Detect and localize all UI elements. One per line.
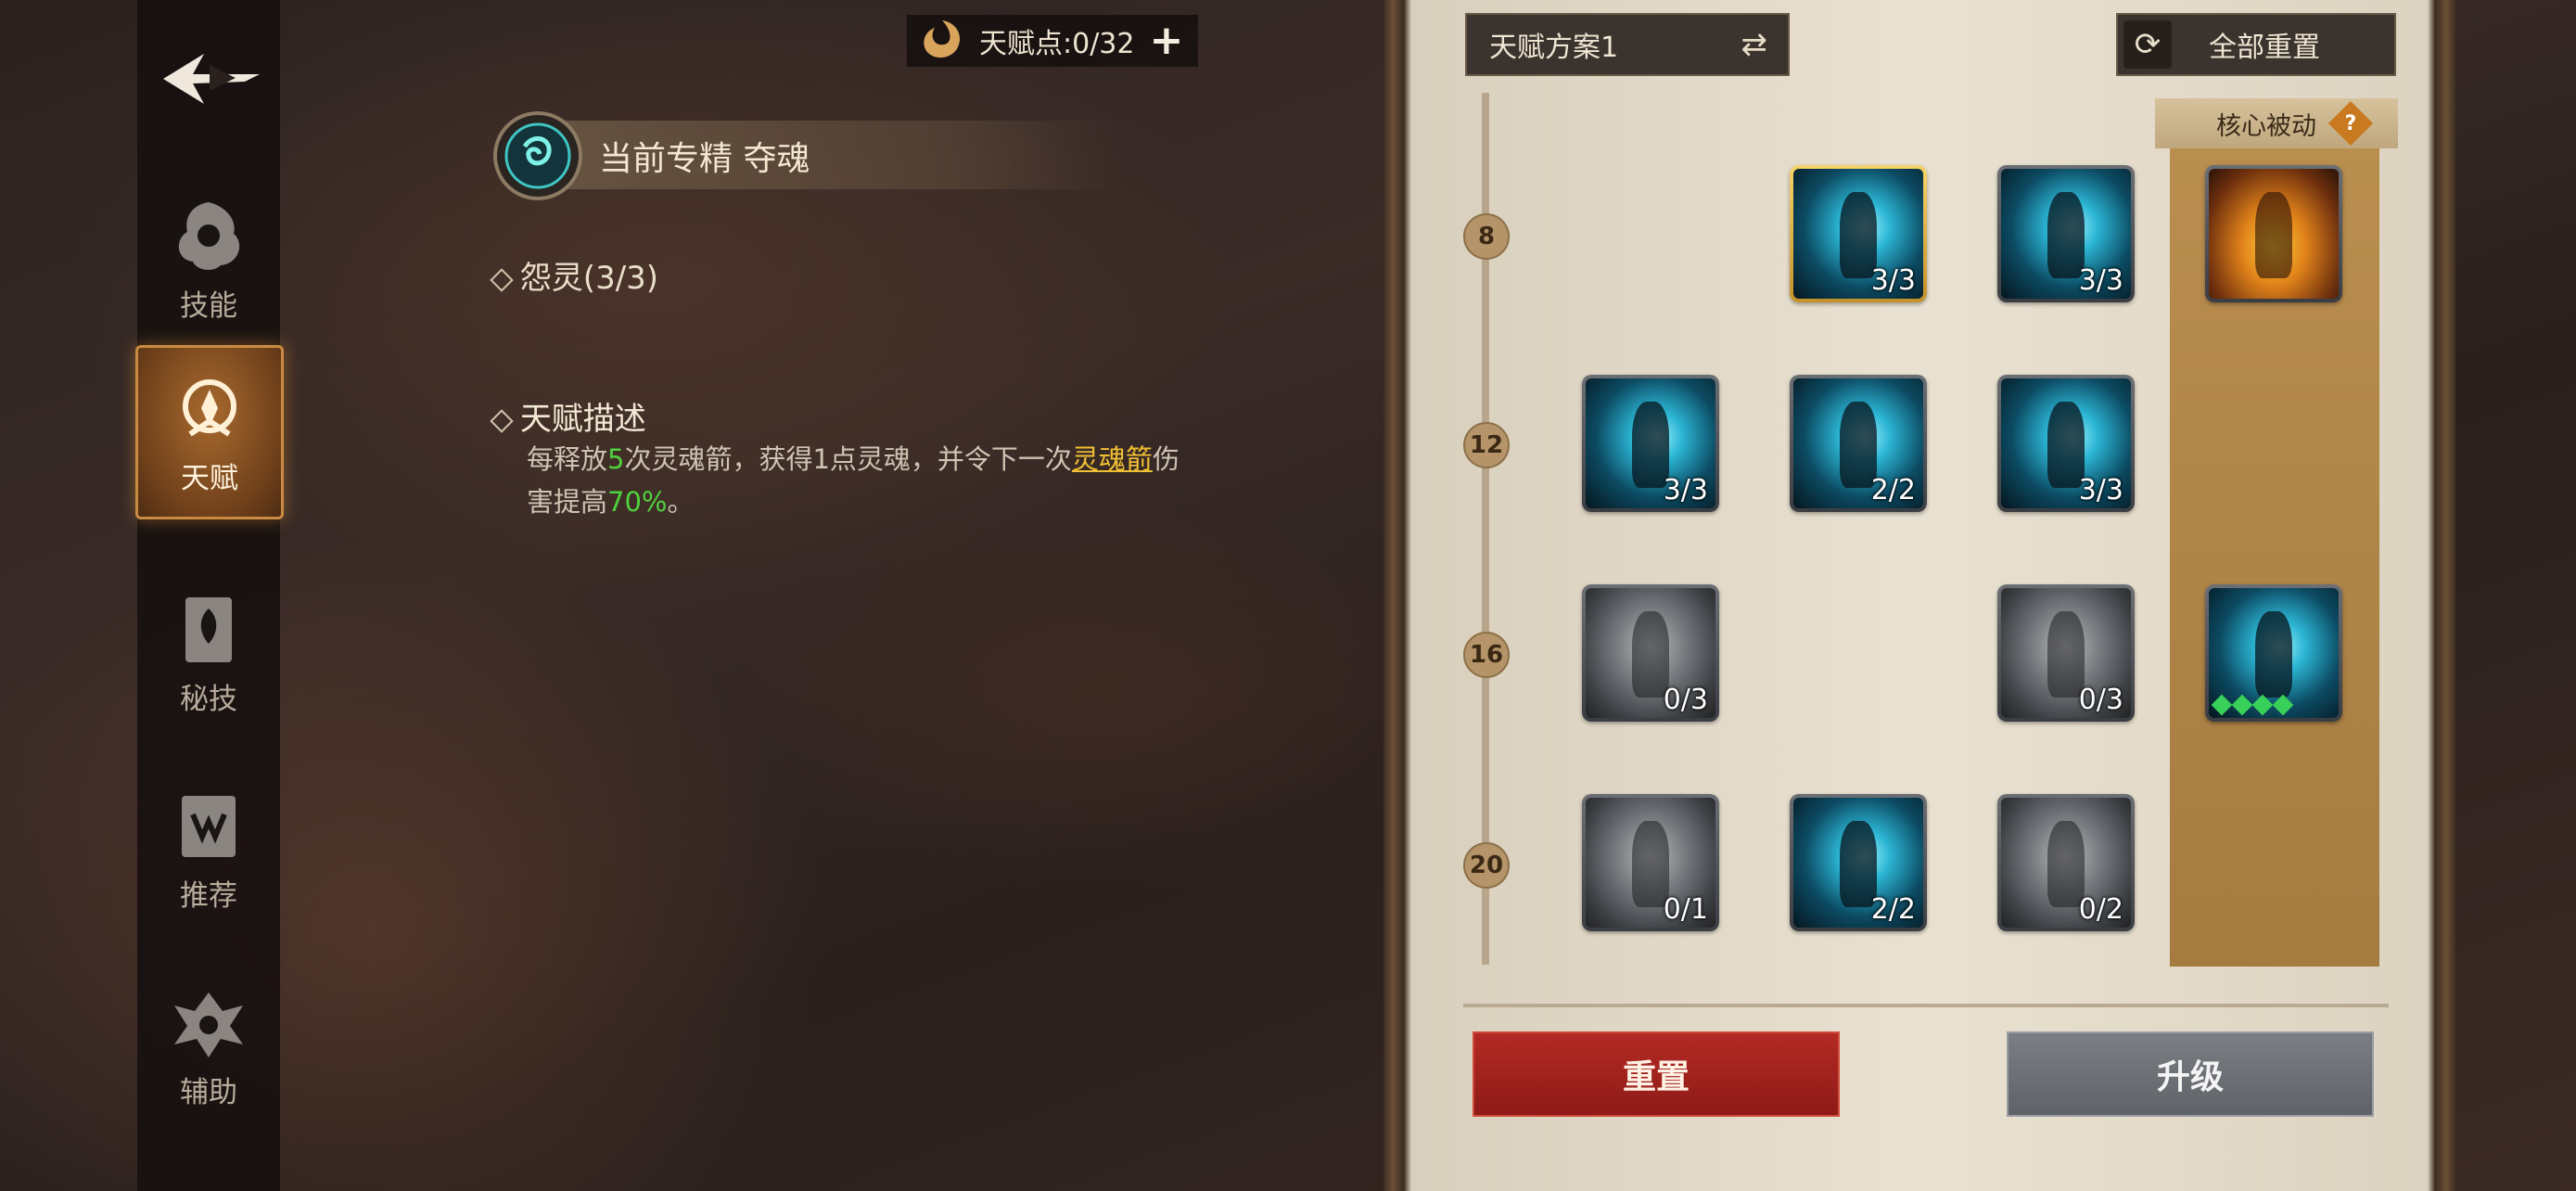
back-button[interactable] xyxy=(156,37,267,121)
node-count: 3/3 xyxy=(2078,474,2123,506)
talent-node[interactable]: 0/1 xyxy=(1582,794,1719,931)
nav-label: 技能 xyxy=(180,288,237,323)
talent-icon xyxy=(183,378,236,436)
desc-number: 70% xyxy=(607,486,668,518)
talent-node-art: 0/3 xyxy=(1586,588,1715,718)
plus-icon[interactable]: + xyxy=(1149,20,1183,61)
core-passive-node[interactable] xyxy=(2205,165,2342,302)
talent-node-art: 3/3 xyxy=(2001,378,2131,508)
gem-indicators xyxy=(2211,694,2294,716)
talent-node-art xyxy=(2209,588,2339,718)
talent-point-icon xyxy=(924,20,961,58)
talent-node-art: 0/1 xyxy=(1586,798,1715,928)
core-passive-label: 核心被动 xyxy=(2216,111,2316,141)
spec-emblem-icon xyxy=(493,111,582,200)
level-marker: 16 xyxy=(1463,632,1510,678)
core-passive-header: 核心被动 ? xyxy=(2155,98,2398,148)
node-count: 0/3 xyxy=(2078,684,2123,716)
node-count: 2/2 xyxy=(1870,893,1916,926)
nav-item-talent[interactable]: 天赋 xyxy=(135,345,284,519)
reset-all-button[interactable]: ⟳ 全部重置 xyxy=(2116,13,2396,76)
panel-divider xyxy=(1463,1004,2389,1007)
node-count: 0/3 xyxy=(1663,684,1708,716)
talent-node[interactable]: 3/3 xyxy=(1582,375,1719,512)
swap-icon: ⇄ xyxy=(1741,26,1768,63)
plan-label: 天赋方案1 xyxy=(1489,32,1619,64)
talent-points-label: 天赋点:0/32 xyxy=(979,28,1135,60)
diamond-bullet-icon xyxy=(490,268,514,292)
gem-icon xyxy=(2231,694,2253,716)
nav-item-secret[interactable]: 秘技 xyxy=(137,570,280,736)
talent-node[interactable]: 3/3 xyxy=(1997,375,2135,512)
talent-node[interactable]: 0/3 xyxy=(1997,584,2135,722)
talent-node-art: 0/2 xyxy=(2001,798,2131,928)
level-marker: 8 xyxy=(1463,213,1510,260)
node-count: 2/2 xyxy=(1870,474,1916,506)
talent-node-art: 3/3 xyxy=(1586,378,1715,508)
talent-points-bar: 天赋点:0/32 + xyxy=(907,15,1198,67)
talent-name: 怨灵(3/3) xyxy=(519,260,659,297)
nav-label: 推荐 xyxy=(180,878,237,913)
gem-icon xyxy=(2272,694,2294,716)
upgrade-button[interactable]: 升级 xyxy=(2007,1031,2374,1117)
plan-selector[interactable]: 天赋方案1 ⇄ xyxy=(1465,13,1790,76)
secret-book-icon xyxy=(185,596,232,662)
talent-node-art: 2/2 xyxy=(1793,378,1923,508)
talent-node-art: 3/3 xyxy=(2001,169,2131,299)
desc-text: 次灵魂箭，获得1点灵魂，并令下一次 xyxy=(624,443,1072,475)
nav-label: 辅助 xyxy=(180,1075,237,1109)
nav-item-assist[interactable]: 辅助 xyxy=(137,963,280,1130)
talent-node-art: 0/3 xyxy=(2001,588,2131,718)
core-passive-node[interactable] xyxy=(2205,584,2342,722)
nav-label: 天赋 xyxy=(181,461,238,495)
node-count: 3/3 xyxy=(2078,264,2123,297)
node-count: 0/1 xyxy=(1663,893,1708,926)
recommend-icon xyxy=(182,795,236,857)
talent-node-art: 3/3 xyxy=(1793,169,1923,299)
node-count: 3/3 xyxy=(1663,474,1708,506)
nav-label: 秘技 xyxy=(180,682,237,716)
gem-icon xyxy=(2251,694,2274,716)
talent-node[interactable]: 2/2 xyxy=(1790,794,1927,931)
node-count: 0/2 xyxy=(2078,893,2123,926)
nav-item-recommend[interactable]: 推荐 xyxy=(137,766,280,933)
back-arrow-icon xyxy=(163,54,260,104)
diamond-bullet-icon xyxy=(490,409,514,433)
talent-description: 每释放5次灵魂箭，获得1点灵魂，并令下一次灵魂箭伤害提高70%。 xyxy=(527,438,1194,523)
level-marker: 12 xyxy=(1463,422,1510,468)
talent-node-art: 2/2 xyxy=(1793,798,1923,928)
desc-number: 5 xyxy=(607,443,625,475)
desc-text: 每释放 xyxy=(527,443,608,475)
refresh-icon: ⟳ xyxy=(2123,20,2172,69)
talent-node[interactable]: 0/2 xyxy=(1997,794,2135,931)
spec-title: 当前专精 夺魂 xyxy=(599,140,810,178)
assist-icon xyxy=(174,992,243,1057)
desc-link-soul-arrow[interactable]: 灵魂箭 xyxy=(1072,443,1153,475)
reset-button[interactable]: 重置 xyxy=(1473,1031,1840,1117)
talent-desc-header: 天赋描述 xyxy=(519,401,646,438)
nav-item-skills[interactable]: 技能 xyxy=(137,176,280,343)
talent-node[interactable]: 3/3 xyxy=(1997,165,2135,302)
talent-node[interactable]: 3/3 xyxy=(1790,165,1927,302)
gem-icon xyxy=(2211,694,2233,716)
talent-node-art xyxy=(2209,169,2339,299)
desc-text: 。 xyxy=(667,486,695,518)
talent-node[interactable]: 0/3 xyxy=(1582,584,1719,722)
skill-icon xyxy=(178,201,240,270)
node-count: 3/3 xyxy=(1870,264,1916,297)
level-marker: 20 xyxy=(1463,842,1510,889)
talent-desc-header-row: 天赋描述 xyxy=(490,393,646,439)
help-icon[interactable]: ? xyxy=(2327,100,2374,147)
talent-node[interactable]: 2/2 xyxy=(1790,375,1927,512)
talent-name-row: 怨灵(3/3) xyxy=(490,252,659,298)
reset-all-label: 全部重置 xyxy=(2209,32,2320,64)
